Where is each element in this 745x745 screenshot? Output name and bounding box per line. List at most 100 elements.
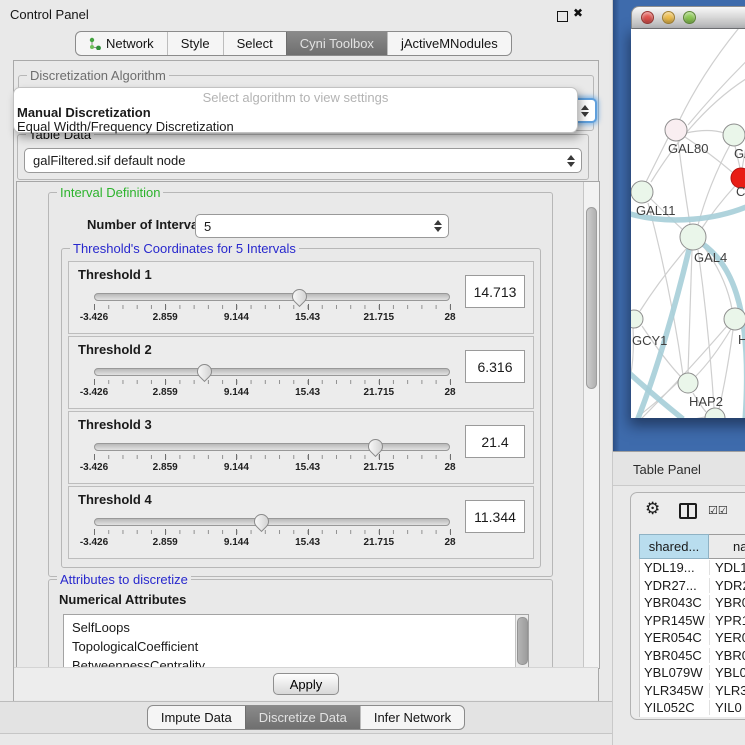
table-row[interactable]: YDL19...YDL1: [640, 559, 745, 577]
network-graph[interactable]: GAL80GACGAL11GAL4GCY1HHAP2: [631, 29, 745, 418]
cell-name[interactable]: YIL0: [710, 700, 742, 715]
attributes-list[interactable]: SelfLoopsTopologicalCoefficientBetweenne…: [63, 614, 529, 669]
table-data-combobox[interactable]: galFiltered.sif default node: [24, 148, 582, 173]
tick-label: 15.43: [295, 387, 320, 398]
cell-name[interactable]: YER0: [710, 630, 745, 645]
cell-name[interactable]: YBL0: [710, 665, 745, 680]
slider-track[interactable]: [94, 368, 450, 376]
tab-cyni-toolbox[interactable]: Cyni Toolbox: [286, 32, 387, 55]
slider-track[interactable]: [94, 443, 450, 451]
cell-name[interactable]: YPR1: [710, 613, 745, 628]
threshold-slider[interactable]: -3.4262.8599.14415.4321.71528: [94, 443, 450, 479]
network-edge[interactable]: [702, 186, 735, 228]
gear-icon[interactable]: ⚙: [645, 499, 660, 519]
threshold-value[interactable]: 11.344: [465, 500, 525, 533]
network-node[interactable]: [678, 373, 698, 393]
cell-name[interactable]: YDR2: [710, 578, 745, 593]
network-edge[interactable]: [686, 131, 724, 134]
table-row[interactable]: YBR043CYBR0: [640, 594, 745, 612]
select-columns-icon[interactable]: ☑☑: [708, 504, 728, 517]
network-node[interactable]: [631, 310, 643, 328]
table-row[interactable]: YPR145WYPR1: [640, 612, 745, 630]
network-node[interactable]: [724, 308, 745, 330]
threshold-value[interactable]: 6.316: [465, 350, 525, 383]
table-row[interactable]: YBL079WYBL0: [640, 664, 745, 682]
network-node[interactable]: [665, 119, 687, 141]
stepper-icon[interactable]: [581, 105, 589, 117]
close-icon[interactable]: ✖: [573, 6, 583, 20]
cell-shared-name[interactable]: YDL19...: [640, 560, 710, 575]
network-node[interactable]: [631, 181, 653, 203]
cell-name[interactable]: YBR0: [710, 648, 745, 663]
cell-name[interactable]: YDL1: [710, 560, 745, 575]
slider-thumb[interactable]: [194, 361, 215, 382]
column-layout-icon[interactable]: [679, 503, 697, 519]
mac-zoom-button[interactable]: [683, 11, 696, 24]
major-tick: [236, 454, 237, 460]
network-window: GAL80GACGAL11GAL4GCY1HHAP2: [631, 6, 745, 418]
scrollbar-thumb[interactable]: [517, 617, 528, 665]
network-edge[interactable]: [695, 329, 731, 377]
threshold-slider[interactable]: -3.4262.8599.14415.4321.71528: [94, 368, 450, 404]
slider-thumb[interactable]: [251, 511, 272, 532]
network-edge[interactable]: [698, 250, 714, 408]
cell-shared-name[interactable]: YBR045C: [640, 648, 710, 663]
table-body: YDL19...YDL1YDR27...YDR2YBR043CYBR0YPR14…: [639, 559, 745, 717]
slider-track[interactable]: [94, 518, 450, 526]
table-row[interactable]: YER054CYER0: [640, 629, 745, 647]
apply-button[interactable]: Apply: [273, 673, 339, 695]
tab-discretize-data[interactable]: Discretize Data: [245, 706, 360, 729]
stepper-icon[interactable]: [434, 220, 442, 232]
network-node[interactable]: [680, 224, 706, 250]
tab-infer-network[interactable]: Infer Network: [360, 706, 464, 729]
threshold-label: Threshold 2: [78, 342, 152, 357]
tab-label: Impute Data: [161, 710, 232, 725]
cell-shared-name[interactable]: YIL052C: [640, 700, 710, 715]
node-label: GAL4: [694, 250, 727, 265]
cell-shared-name[interactable]: YBR043C: [640, 595, 710, 610]
threshold-value[interactable]: 21.4: [465, 425, 525, 458]
cell-name[interactable]: YLR3: [710, 683, 745, 698]
column-header[interactable]: shared...: [639, 534, 709, 559]
cell-shared-name[interactable]: YER054C: [640, 630, 710, 645]
threshold-panel: Threshold 1 -3.4262.8599.14415.4321.7152…: [68, 261, 534, 334]
tab-style[interactable]: Style: [167, 32, 223, 55]
attribute-item[interactable]: SelfLoops: [64, 618, 528, 637]
cell-shared-name[interactable]: YLR345W: [640, 683, 710, 698]
tab-jactivemnodules[interactable]: jActiveMNodules: [387, 32, 511, 55]
attribute-item[interactable]: TopologicalCoefficient: [64, 637, 528, 656]
num-intervals-combobox[interactable]: 5: [195, 214, 449, 238]
table-row[interactable]: YDR27...YDR2: [640, 577, 745, 595]
column-header[interactable]: na: [709, 534, 745, 559]
cell-name[interactable]: YBR0: [710, 595, 745, 610]
cell-shared-name[interactable]: YBL079W: [640, 665, 710, 680]
tab-select[interactable]: Select: [223, 32, 286, 55]
scrollbar-thumb[interactable]: [586, 207, 597, 389]
table-row[interactable]: YLR345WYLR3: [640, 682, 745, 700]
pane-scrollbar[interactable]: [583, 182, 599, 668]
threshold-slider[interactable]: -3.4262.8599.14415.4321.71528: [94, 293, 450, 329]
cell-shared-name[interactable]: YDR27...: [640, 578, 710, 593]
network-node[interactable]: [705, 408, 725, 418]
stepper-icon[interactable]: [567, 155, 575, 167]
list-scrollbar[interactable]: [515, 615, 528, 669]
slider-thumb[interactable]: [365, 436, 386, 457]
tab-network[interactable]: Network: [76, 32, 167, 55]
mac-minimize-button[interactable]: [662, 11, 675, 24]
slider-track[interactable]: [94, 293, 450, 301]
threshold-slider[interactable]: -3.4262.8599.14415.4321.71528: [94, 518, 450, 554]
threshold-value[interactable]: 14.713: [465, 275, 525, 308]
network-canvas[interactable]: GAL80GACGAL11GAL4GCY1HHAP2: [631, 29, 745, 418]
tab-impute-data[interactable]: Impute Data: [148, 706, 245, 729]
dropdown-option[interactable]: Manual Discretization: [14, 106, 577, 120]
table-row[interactable]: YIL052CYIL0: [640, 699, 745, 717]
network-node[interactable]: [723, 124, 745, 146]
interval-definition-group: Interval Definition Number of Intervals …: [48, 192, 553, 577]
float-window-icon[interactable]: [557, 11, 568, 22]
tick-label: 15.43: [295, 312, 320, 323]
table-row[interactable]: YBR045CYBR0: [640, 647, 745, 665]
cell-shared-name[interactable]: YPR145W: [640, 613, 710, 628]
network-edge[interactable]: [688, 250, 692, 374]
mac-close-button[interactable]: [641, 11, 654, 24]
dropdown-option[interactable]: Equal Width/Frequency Discretization: [14, 120, 577, 134]
